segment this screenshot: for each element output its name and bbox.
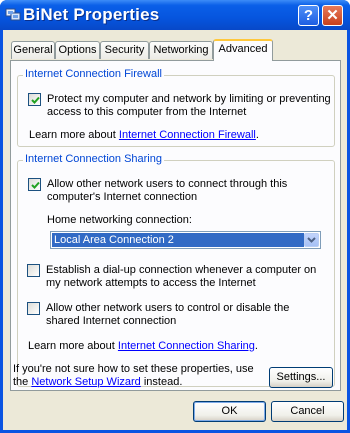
help-button[interactable]: ? (298, 5, 319, 26)
dropdown-arrow-button[interactable] (304, 233, 319, 247)
control-label-line2: shared Internet connection (46, 315, 177, 327)
protect-label-line1: Protect my computer and network by limit… (47, 93, 331, 105)
home-connection-select[interactable]: Local Area Connection 2 (50, 231, 321, 249)
firewall-group-label: Internet Connection Firewall (23, 68, 164, 80)
firewall-learn-suffix: . (255, 129, 259, 141)
sharing-group-label: Internet Connection Sharing (23, 153, 164, 165)
advanced-tab-panel: Internet Connection Firewall Protect my … (10, 60, 341, 391)
tab-options[interactable]: Options (55, 41, 100, 59)
dialup-label-line2: my network attempts to access the Intern… (46, 277, 256, 289)
firewall-learn-prefix: Learn more about (29, 129, 116, 141)
window-title: BiNet Properties (23, 5, 160, 24)
firewall-learn-text: Learn more about Internet Connection Fir… (29, 129, 259, 142)
footer-line2-prefix: the (13, 376, 29, 388)
sharing-learn-suffix: . (254, 340, 258, 352)
tab-networking[interactable]: Networking (149, 41, 213, 59)
dialup-label-line1: Establish a dial-up connection whenever … (46, 264, 317, 276)
control-checkbox[interactable] (27, 302, 40, 315)
sharing-learn-text: Learn more about Internet Connection Sha… (28, 340, 258, 353)
tab-advanced[interactable]: Advanced (213, 39, 273, 61)
network-setup-wizard-link[interactable]: Network Setup Wizard (31, 376, 140, 388)
sharing-help-link[interactable]: Internet Connection Sharing (118, 340, 255, 352)
chevron-down-icon (307, 237, 316, 243)
footer-line2: the Network Setup Wizard instead. (13, 376, 182, 389)
checkmark-icon (31, 96, 40, 104)
tab-general[interactable]: General (11, 41, 55, 59)
protect-label-line2: access to this computer from the Interne… (47, 106, 247, 118)
home-connection-value: Local Area Connection 2 (52, 233, 304, 247)
title-bar[interactable]: BiNet Properties ? ✕ (0, 0, 350, 30)
allow-connect-label-line1: Allow other network users to connect thr… (47, 178, 288, 190)
network-connection-icon (5, 7, 21, 22)
footer-line2-suffix: instead. (143, 376, 183, 388)
settings-button[interactable]: Settings... (269, 367, 333, 388)
dialog-client-area: General Options Security Networking Adva… (3, 30, 347, 430)
ok-button[interactable]: OK (193, 401, 266, 422)
allow-connect-checkbox[interactable] (28, 178, 41, 191)
firewall-group: Internet Connection Firewall Protect my … (17, 68, 335, 147)
footer-line1: If you're not sure how to set these prop… (13, 363, 254, 375)
checkmark-icon (31, 181, 40, 189)
close-button[interactable]: ✕ (322, 5, 343, 26)
control-label-line1: Allow other network users to control or … (46, 302, 290, 314)
sharing-learn-prefix: Learn more about (28, 340, 115, 352)
dialup-checkbox[interactable] (27, 264, 40, 277)
tab-security[interactable]: Security (100, 41, 149, 59)
protect-checkbox[interactable] (28, 93, 41, 106)
firewall-help-link[interactable]: Internet Connection Firewall (119, 129, 256, 141)
allow-connect-label-line2: computer's Internet connection (47, 191, 198, 203)
cancel-button[interactable]: Cancel (271, 401, 344, 422)
properties-window: BiNet Properties ? ✕ General Options Sec… (0, 0, 350, 433)
home-connection-label: Home networking connection: (47, 214, 192, 226)
